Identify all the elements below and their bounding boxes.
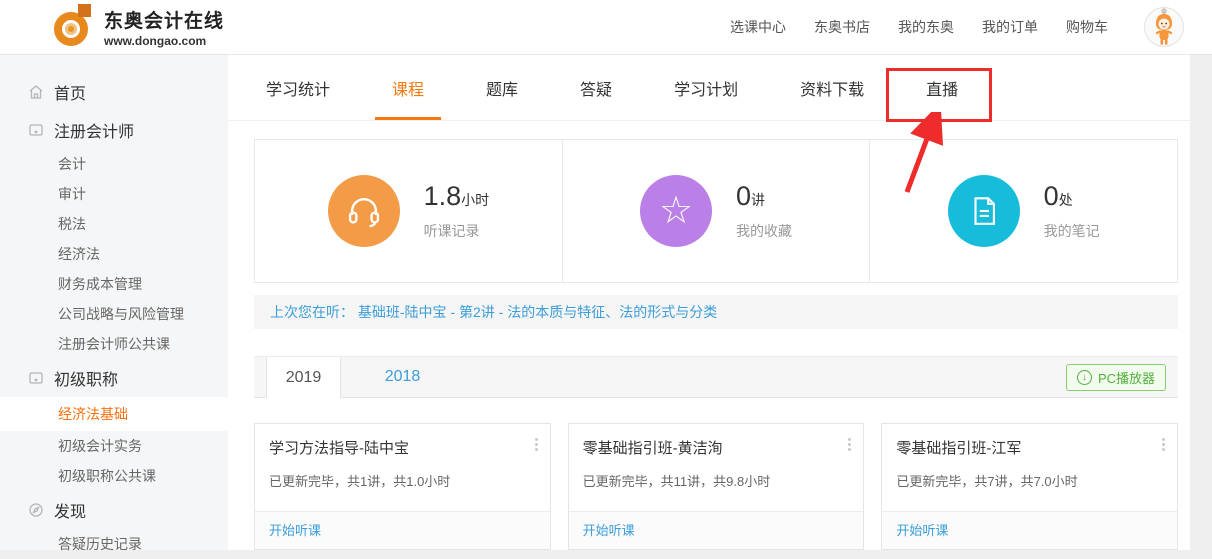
stat-label: 听课记录 (424, 221, 490, 241)
stats-panel: 1.8小时 听课记录 ☆ 0讲 我的收藏 (254, 139, 1178, 283)
more-options-icon[interactable] (846, 434, 853, 455)
stat-label: 我的笔记 (1044, 221, 1100, 241)
course-meta: 已更新完毕，共7讲，共7.0小时 (896, 471, 1163, 490)
nav-bookstore[interactable]: 东奥书店 (814, 17, 870, 37)
sidebar-item-qa-history[interactable]: 答疑历史记录 (0, 529, 228, 559)
start-listening-link[interactable]: 开始听课 (583, 523, 635, 538)
certificate-icon (28, 370, 44, 386)
sidebar: 首页 注册会计师 会计 审计 税法 经济法 财务成本管理 公司战略与风险管理 注… (0, 55, 228, 550)
compass-icon (28, 502, 44, 518)
stat-value: 0 (1044, 181, 1059, 211)
nav-course-center[interactable]: 选课中心 (730, 17, 786, 37)
nav-cart[interactable]: 购物车 (1066, 17, 1108, 37)
sidebar-item-tax-law[interactable]: 税法 (0, 209, 228, 239)
sidebar-item-label: 初级职称 (54, 366, 118, 390)
main-panel: 学习统计 课程 题库 答疑 学习计划 资料下载 直播 1.8 (228, 55, 1190, 550)
stat-label: 我的收藏 (736, 221, 792, 241)
stat-value: 0 (736, 181, 751, 211)
sidebar-item-discover[interactable]: 发现 (0, 491, 228, 529)
course-meta: 已更新完毕，共11讲，共9.8小时 (583, 471, 850, 490)
more-options-icon[interactable] (533, 434, 540, 455)
year-tab-bar: 2019 2018 ↓ PC播放器 (254, 356, 1178, 398)
tab-question-bank[interactable]: 题库 (486, 55, 518, 120)
brand-url: www.dongao.com (104, 34, 224, 48)
tab-courses[interactable]: 课程 (392, 55, 424, 120)
sidebar-item-financial-mgmt[interactable]: 财务成本管理 (0, 269, 228, 299)
course-title: 零基础指引班-黄洁洵 (583, 437, 850, 458)
course-card: 零基础指引班-江军 已更新完毕，共7讲，共7.0小时 开始听课 (881, 423, 1178, 550)
sidebar-item-label: 发现 (54, 498, 86, 522)
page-body: 首页 注册会计师 会计 审计 税法 经济法 财务成本管理 公司战略与风险管理 注… (0, 55, 1212, 550)
user-avatar[interactable] (1144, 7, 1184, 47)
sidebar-item-junior-title[interactable]: 初级职称 (0, 359, 228, 397)
header-nav: 选课中心 东奥书店 我的东奥 我的订单 购物车 (730, 7, 1184, 47)
home-icon (28, 84, 44, 100)
dongao-logo-icon (52, 2, 94, 53)
stat-listening-record[interactable]: 1.8小时 听课记录 (255, 140, 563, 282)
year-tab-2018[interactable]: 2018 (365, 357, 440, 397)
sidebar-item-label: 首页 (54, 80, 86, 104)
tab-qa[interactable]: 答疑 (580, 55, 612, 120)
course-card-list: 学习方法指导-陆中宝 已更新完毕，共1讲，共1.0小时 开始听课 零基础指引班-… (254, 423, 1178, 550)
brand-logo[interactable]: 东奥会计在线 www.dongao.com (52, 2, 224, 53)
stat-unit: 处 (1059, 192, 1073, 208)
sidebar-item-junior-public[interactable]: 初级职称公共课 (0, 461, 228, 491)
sidebar-item-strategy-risk[interactable]: 公司战略与风险管理 (0, 299, 228, 329)
tab-live[interactable]: 直播 (926, 55, 958, 120)
more-options-icon[interactable] (1160, 434, 1167, 455)
sidebar-item-audit[interactable]: 审计 (0, 179, 228, 209)
course-title: 学习方法指导-陆中宝 (269, 437, 536, 458)
sidebar-item-economic-law[interactable]: 经济法 (0, 239, 228, 269)
stat-unit: 讲 (751, 192, 765, 208)
stat-notes[interactable]: 0处 我的笔记 (870, 140, 1177, 282)
tab-downloads[interactable]: 资料下载 (800, 55, 864, 120)
pc-player-label: PC播放器 (1098, 368, 1155, 387)
start-listening-link[interactable]: 开始听课 (269, 523, 321, 538)
course-title: 零基础指引班-江军 (896, 437, 1163, 458)
top-header: 东奥会计在线 www.dongao.com 选课中心 东奥书店 我的东奥 我的订… (0, 0, 1212, 55)
course-card: 学习方法指导-陆中宝 已更新完毕，共1讲，共1.0小时 开始听课 (254, 423, 551, 550)
pc-player-button[interactable]: ↓ PC播放器 (1066, 364, 1166, 391)
star-icon: ☆ (640, 175, 712, 247)
sidebar-item-cpa-public[interactable]: 注册会计师公共课 (0, 329, 228, 359)
sidebar-item-accounting[interactable]: 会计 (0, 149, 228, 179)
tab-study-plan[interactable]: 学习计划 (674, 55, 738, 120)
main-tab-bar: 学习统计 课程 题库 答疑 学习计划 资料下载 直播 (228, 55, 1190, 121)
nav-my-orders[interactable]: 我的订单 (982, 17, 1038, 37)
sidebar-item-label: 注册会计师 (54, 118, 134, 142)
stat-unit: 小时 (461, 192, 489, 208)
certificate-icon (28, 122, 44, 138)
headphones-icon (328, 175, 400, 247)
stat-value: 1.8 (424, 181, 462, 211)
download-icon: ↓ (1077, 370, 1092, 385)
note-icon (948, 175, 1020, 247)
course-meta: 已更新完毕，共1讲，共1.0小时 (269, 471, 536, 490)
sidebar-item-junior-practice[interactable]: 初级会计实务 (0, 431, 228, 461)
brand-title: 东奥会计在线 (104, 6, 224, 33)
last-listened-link[interactable]: 上次您在听： 基础班-陆中宝 - 第2讲 - 法的本质与特征、法的形式与分类 (254, 295, 1178, 329)
course-card: 零基础指引班-黄洁洵 已更新完毕，共11讲，共9.8小时 开始听课 (568, 423, 865, 550)
sidebar-item-econ-law-basics-active[interactable]: 经济法基础 (0, 397, 228, 431)
stat-favorites[interactable]: ☆ 0讲 我的收藏 (563, 140, 871, 282)
start-listening-link[interactable]: 开始听课 (896, 523, 948, 538)
sidebar-item-cpa[interactable]: 注册会计师 (0, 111, 228, 149)
sidebar-item-home[interactable]: 首页 (0, 73, 228, 111)
tab-study-stats[interactable]: 学习统计 (266, 55, 330, 120)
nav-my-dongao[interactable]: 我的东奥 (898, 17, 954, 37)
year-tab-2019[interactable]: 2019 (266, 357, 341, 398)
